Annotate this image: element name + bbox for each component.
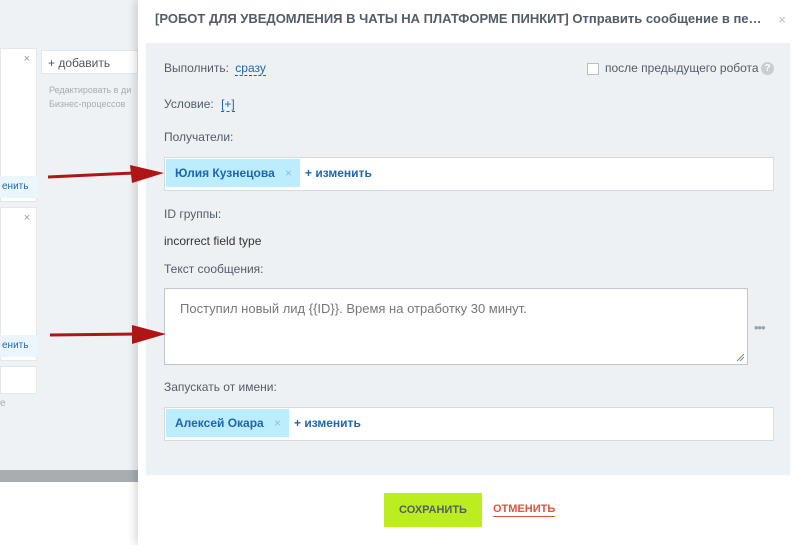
execute-label: Выполнить: сразу — [164, 61, 266, 76]
help-icon[interactable]: ? — [761, 62, 774, 75]
message-label: Текст сообщения: — [164, 262, 264, 276]
resize-handle-icon[interactable] — [736, 353, 744, 361]
after-previous-checkbox[interactable] — [587, 63, 599, 75]
run-as-field[interactable]: Алексей Окара × + изменить — [164, 407, 774, 441]
arrow-icon — [47, 165, 164, 183]
background-change-link[interactable]: енить — [0, 335, 38, 357]
cancel-button[interactable]: ОТМЕНИТЬ — [493, 503, 556, 517]
recipient-name: Юлия Кузнецова — [175, 166, 275, 180]
change-run-as-link[interactable]: + изменить — [294, 408, 361, 438]
background-card — [0, 366, 37, 394]
recipients-field[interactable]: Юлия Кузнецова × + изменить — [164, 157, 774, 191]
background-page: × енить × енить е — [0, 0, 138, 545]
close-icon[interactable]: × — [285, 159, 292, 187]
after-previous-label: после предыдущего робота — [605, 61, 759, 75]
condition-label: Условие: [+] — [164, 97, 235, 112]
close-icon[interactable]: × — [24, 212, 30, 224]
run-as-chip[interactable]: Алексей Окара × — [166, 409, 289, 437]
horizontal-scrollbar[interactable] — [0, 470, 138, 482]
background-text: е — [0, 398, 6, 409]
recipients-label: Получатели: — [164, 130, 234, 144]
run-as-name: Алексей Окара — [175, 416, 264, 430]
save-button[interactable]: СОХРАНИТЬ — [384, 493, 482, 527]
arrow-icon — [49, 325, 166, 344]
group-id-label: ID группы: — [164, 207, 222, 221]
slider-title: [РОБОТ ДЛЯ УВЕДОМЛЕНИЯ В ЧАТЫ НА ПЛАТФОР… — [155, 11, 765, 26]
execute-link[interactable]: сразу — [235, 61, 266, 76]
message-textarea[interactable]: Поступил новый лид {{ID}}. Время на отра… — [164, 288, 748, 365]
group-id-value: incorrect field type — [164, 234, 262, 248]
background-footer — [0, 482, 138, 545]
close-icon[interactable]: × — [24, 53, 30, 65]
settings-panel: Выполнить: сразу после предыдущего робот… — [146, 43, 790, 475]
add-button[interactable]: + добавить — [41, 50, 138, 74]
robot-settings-slider: [РОБОТ ДЛЯ УВЕДОМЛЕНИЯ В ЧАТЫ НА ПЛАТФОР… — [138, 0, 798, 545]
background-hint: Редактировать в ди Бизнес-процессов — [49, 85, 132, 109]
recipient-chip[interactable]: Юлия Кузнецова × — [166, 159, 300, 187]
close-icon[interactable]: × — [274, 409, 281, 437]
more-icon[interactable]: ••• — [754, 320, 766, 335]
change-recipients-link[interactable]: + изменить — [305, 158, 372, 188]
condition-link[interactable]: [+] — [221, 97, 235, 112]
run-as-label: Запускать от имени: — [164, 380, 277, 394]
close-icon[interactable]: × — [778, 12, 786, 27]
background-change-link[interactable]: енить — [0, 176, 38, 198]
message-text: Поступил новый лид {{ID}}. Время на отра… — [180, 301, 527, 316]
